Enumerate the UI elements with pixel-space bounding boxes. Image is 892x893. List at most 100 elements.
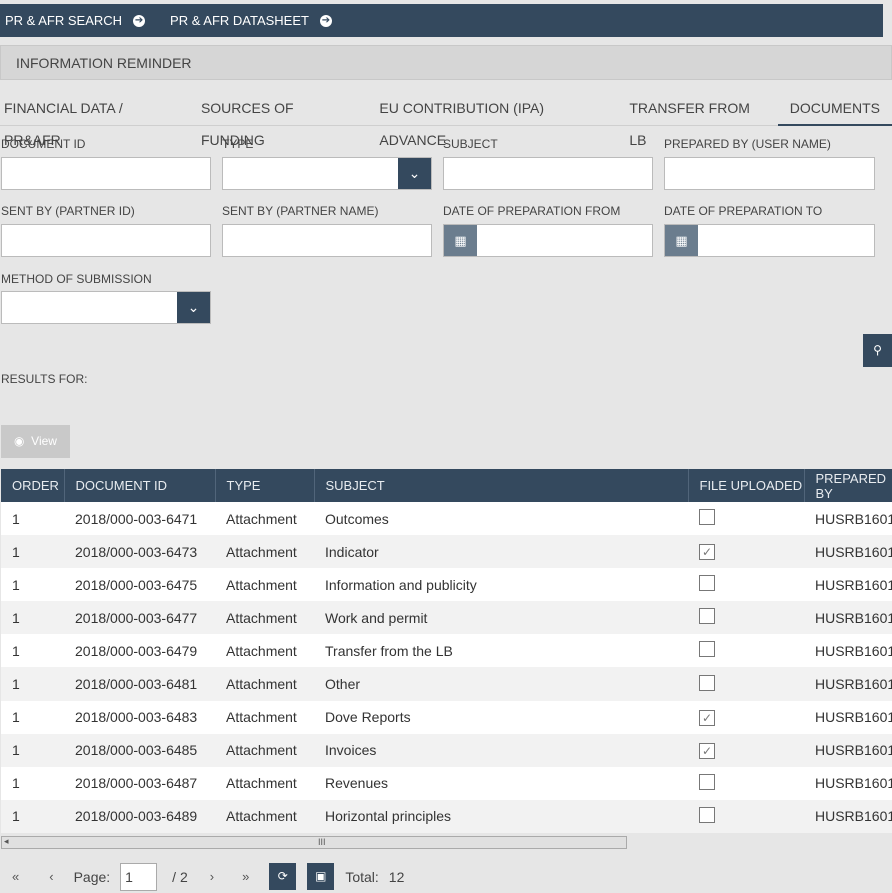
prepared-by-cell: HUSRB1601 (815, 742, 892, 759)
sent-by-id-field[interactable] (1, 224, 211, 257)
file-uploaded-checkbox[interactable]: ✓ (699, 709, 715, 726)
table-row[interactable]: 1 2018/000-003-6471 Attachment Outcomes HUSR… (1, 502, 892, 536)
pr-afr-datasheet-link[interactable]: PR & AFR DATASHEET ➔ (170, 13, 332, 28)
tab-sources-of-funding[interactable]: SOURCES OF FUNDING (189, 92, 367, 148)
pr-afr-search-link[interactable]: PR & AFR SEARCH ➔ (5, 13, 146, 28)
prepared-by-cell: HUSRB1601 (815, 775, 892, 792)
chevron-down-icon[interactable]: ⌄ (398, 158, 431, 189)
calendar-icon[interactable]: ▦ (444, 225, 477, 256)
horizontal-scrollbar[interactable]: ◂ III (1, 836, 627, 849)
subject-label: SUBJECT (443, 137, 498, 151)
type-select[interactable]: ⌄ (222, 157, 432, 190)
next-page-button[interactable]: › (210, 869, 214, 884)
subject-cell: Information and publicity (325, 576, 477, 593)
document-id-cell: 2018/000-003-6483 (75, 709, 198, 726)
table-row[interactable]: 1 2018/000-003-6489 Attachment Horizontal p… (1, 799, 892, 833)
save-icon: ▣ (315, 869, 327, 883)
order-cell: 1 (12, 543, 20, 560)
date-to-label: DATE OF PREPARATION TO (664, 204, 823, 218)
table-row[interactable]: 1 2018/000-003-6481 Attachment Other HUSRB16… (1, 667, 892, 701)
order-cell: 1 (12, 742, 20, 759)
sent-by-name-field[interactable] (222, 224, 432, 257)
file-uploaded-checkbox[interactable] (699, 806, 715, 823)
order-cell: 1 (12, 576, 20, 593)
tab-financial-data[interactable]: FINANCIAL DATA / PR&AFR (0, 92, 189, 148)
save-button[interactable]: ▣ (307, 863, 335, 890)
prepared-by-cell: HUSRB1601 (815, 543, 892, 560)
tab-eu-contribution[interactable]: EU CONTRIBUTION (IPA) ADVANCE (367, 92, 617, 148)
file-uploaded-cell (688, 568, 804, 601)
type-cell: Attachment (226, 742, 297, 759)
table-row[interactable]: 1 2018/000-003-6477 Attachment Work and per… (1, 601, 892, 635)
file-uploaded-checkbox[interactable] (699, 509, 715, 526)
table-row[interactable]: 1 2018/000-003-6479 Attachment Transfer fro… (1, 634, 892, 668)
file-uploaded-checkbox[interactable]: ✓ (699, 742, 715, 759)
file-uploaded-checkbox[interactable] (699, 608, 715, 625)
table-row[interactable]: 1 2018/000-003-6473 Attachment Indicator ✓ HU… (1, 535, 892, 569)
tab-documents[interactable]: DOCUMENTS (777, 92, 892, 126)
type-cell: Attachment (226, 775, 297, 792)
column-header-order[interactable]: ORDER (1, 469, 65, 502)
table-row[interactable]: 1 2018/000-003-6485 Attachment Invoices ✓ HUS… (1, 733, 892, 767)
last-page-button[interactable]: » (242, 869, 249, 884)
prepared-by-field[interactable] (664, 157, 875, 190)
total-label: Total: (345, 868, 379, 885)
column-header-subject[interactable]: SUBJECT (314, 469, 689, 502)
method-select[interactable]: ⌄ (1, 291, 211, 324)
file-uploaded-checkbox[interactable]: ✓ (699, 544, 715, 561)
view-button[interactable]: ◉ View (1, 425, 70, 458)
document-id-field[interactable] (1, 157, 211, 190)
scroll-grip-icon[interactable]: III (318, 837, 326, 848)
column-header-type[interactable]: TYPE (215, 469, 315, 502)
tab-transfer-from-lb[interactable]: TRANSFER FROM LB (617, 92, 777, 148)
date-from-label: DATE OF PREPARATION FROM (443, 204, 621, 218)
sent-by-name-label: SENT BY (PARTNER NAME) (222, 204, 379, 218)
column-header-document-id[interactable]: DOCUMENT ID (64, 469, 216, 502)
table-row[interactable]: 1 2018/000-003-6483 Attachment Dove Reports… (1, 700, 892, 734)
column-header-file-uploaded[interactable]: FILE UPLOADED (688, 469, 805, 502)
column-header-prepared-by[interactable]: PREPARED BY (804, 469, 892, 502)
type-cell: Attachment (226, 543, 297, 560)
top-navigation-bar: PR & AFR SEARCH ➔ PR & AFR DATASHEET ➔ (0, 4, 883, 37)
date-to-field[interactable]: ▦ (664, 224, 875, 257)
prev-page-button[interactable]: ‹ (49, 869, 53, 884)
calendar-icon[interactable]: ▦ (665, 225, 698, 256)
date-from-field[interactable]: ▦ (443, 224, 653, 257)
table-row[interactable]: 1 2018/000-003-6487 Attachment Revenues HUSR… (1, 766, 892, 800)
table-row[interactable]: 1 2018/000-003-6475 Attachment Information … (1, 568, 892, 602)
file-uploaded-checkbox[interactable] (699, 641, 715, 658)
table-header-row: ORDER DOCUMENT ID TYPE SUBJECT FILE UPLO… (1, 469, 892, 502)
scroll-left-arrow-icon[interactable]: ◂ (4, 836, 9, 847)
pagination-bar: « ‹ Page: 1 / 2 › » ⟳ ▣ Total: 12 (0, 860, 892, 893)
document-id-cell: 2018/000-003-6481 (75, 676, 198, 693)
document-id-cell: 2018/000-003-6473 (75, 543, 198, 560)
documents-table: ORDER DOCUMENT ID TYPE SUBJECT FILE UPLO… (1, 469, 892, 833)
file-uploaded-checkbox[interactable] (699, 674, 715, 691)
order-cell: 1 (12, 609, 20, 626)
order-cell: 1 (12, 808, 20, 825)
file-uploaded-cell: ✓ (688, 734, 804, 767)
chevron-down-icon[interactable]: ⌄ (177, 292, 210, 323)
arrow-right-circle-icon: ➔ (319, 14, 332, 27)
subject-cell: Other (325, 676, 361, 693)
document-id-label: DOCUMENT ID (1, 137, 86, 151)
type-label: TYPE (222, 137, 254, 151)
eye-icon: ◉ (14, 434, 25, 448)
first-page-button[interactable]: « (12, 869, 19, 884)
refresh-button[interactable]: ⟳ (269, 863, 297, 890)
page-number-input[interactable]: 1 (120, 862, 158, 891)
information-reminder-panel[interactable]: INFORMATION REMINDER (0, 45, 892, 80)
document-id-cell: 2018/000-003-6479 (75, 642, 198, 659)
type-cell: Attachment (226, 609, 297, 626)
search-button[interactable]: ⚲ (863, 334, 892, 367)
subject-field[interactable] (443, 157, 653, 190)
total-count: 12 (388, 868, 405, 885)
file-uploaded-checkbox[interactable] (699, 575, 715, 592)
order-cell: 1 (12, 642, 20, 659)
view-label: View (31, 434, 57, 448)
type-cell: Attachment (226, 642, 297, 659)
file-uploaded-cell (688, 800, 804, 833)
file-uploaded-checkbox[interactable] (699, 773, 715, 790)
file-uploaded-cell: ✓ (688, 701, 804, 734)
file-uploaded-cell (688, 767, 804, 800)
